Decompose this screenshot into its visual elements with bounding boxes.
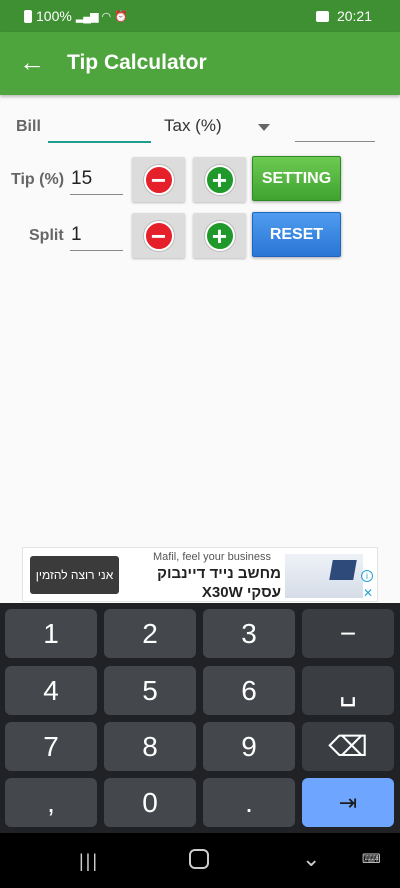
- keyboard-icon[interactable]: ⌨: [362, 851, 381, 867]
- plus-icon: +: [204, 220, 235, 251]
- tip-input-underline: [70, 194, 123, 195]
- recents-icon[interactable]: |||: [79, 851, 99, 872]
- message-icon: [315, 10, 329, 22]
- split-input-underline: [70, 250, 123, 251]
- ad-title-line1: מחשב נייד דיינבוק: [157, 565, 281, 582]
- page-title: Tip Calculator: [67, 51, 207, 74]
- tax-select[interactable]: Tax (%): [164, 116, 222, 136]
- key-7[interactable]: 7: [5, 722, 97, 771]
- minus-icon: −: [143, 220, 174, 251]
- status-left: 100% ▂▄▆ ◠ ⏰: [24, 8, 128, 24]
- tax-input-underline: [295, 141, 375, 142]
- ad-banner[interactable]: אני רוצה להזמין Mafil, feel your busines…: [22, 547, 378, 602]
- next-icon: ⇥: [338, 789, 358, 815]
- laptop-image: [329, 560, 357, 580]
- info-icon[interactable]: i: [361, 570, 373, 582]
- split-label: Split: [29, 227, 64, 244]
- split-decrease-button[interactable]: −: [132, 213, 185, 258]
- key-8[interactable]: 8: [104, 722, 196, 771]
- setting-button[interactable]: SETTING: [252, 156, 341, 201]
- tip-decrease-button[interactable]: −: [132, 157, 185, 202]
- key-5[interactable]: 5: [104, 666, 196, 715]
- tax-input[interactable]: [296, 114, 376, 140]
- bill-input[interactable]: [50, 114, 150, 140]
- arrow-left-icon[interactable]: ←: [18, 48, 46, 76]
- split-input[interactable]: 1: [71, 224, 121, 250]
- chevron-down-icon[interactable]: ⌄: [302, 846, 320, 872]
- status-bar: 100% ▂▄▆ ◠ ⏰ 20:21: [0, 0, 400, 32]
- alarm-icon: ⏰: [114, 10, 128, 23]
- key-9[interactable]: 9: [203, 722, 295, 771]
- clock: 20:21: [336, 8, 372, 24]
- home-icon[interactable]: [189, 849, 209, 869]
- key-1[interactable]: 1: [5, 609, 97, 658]
- ad-title-line2: X30W עסקי: [201, 584, 281, 601]
- key-comma[interactable]: ,: [5, 778, 97, 827]
- key-4[interactable]: 4: [5, 666, 97, 715]
- status-right: 20:21: [315, 8, 372, 24]
- battery-level: 100%: [36, 8, 72, 24]
- bill-input-underline: [48, 141, 151, 143]
- wifi-icon: ◠: [101, 10, 112, 23]
- key-0[interactable]: 0: [104, 778, 196, 827]
- key-minus[interactable]: −: [302, 609, 394, 658]
- navigation-bar: ||| ⌄ ⌨: [0, 833, 400, 888]
- close-icon[interactable]: ✕: [363, 586, 373, 600]
- ad-title: מחשב נייד דיינבוק X30W עסקי: [126, 564, 281, 602]
- ad-cta-button[interactable]: אני רוצה להזמין: [30, 556, 119, 594]
- key-6[interactable]: 6: [203, 666, 295, 715]
- minus-icon: −: [143, 164, 174, 195]
- signal-icon: ▂▄▆: [75, 10, 99, 23]
- split-increase-button[interactable]: +: [193, 213, 246, 258]
- key-space[interactable]: ␣: [302, 666, 394, 715]
- key-period[interactable]: .: [203, 778, 295, 827]
- plus-icon: +: [204, 164, 235, 195]
- ad-image: [285, 554, 363, 598]
- key-backspace[interactable]: ⌫: [302, 722, 394, 771]
- bill-label: Bill: [16, 118, 41, 135]
- ad-subtitle: Mafil, feel your business: [153, 551, 271, 563]
- numeric-keyboard: 1 2 3 − 4 5 6 ␣ 7 8 9 ⌫ , 0 . ⇥: [0, 603, 400, 833]
- reset-button[interactable]: RESET: [252, 212, 341, 257]
- key-3[interactable]: 3: [203, 609, 295, 658]
- tip-label: Tip (%): [11, 171, 65, 188]
- app-bar: ← Tip Calculator: [0, 32, 400, 95]
- battery-icon: [24, 9, 32, 23]
- key-2[interactable]: 2: [104, 609, 196, 658]
- key-next[interactable]: ⇥: [302, 778, 394, 827]
- tip-input[interactable]: 15: [71, 168, 121, 194]
- chevron-down-icon[interactable]: [258, 124, 270, 131]
- tip-increase-button[interactable]: +: [193, 157, 246, 202]
